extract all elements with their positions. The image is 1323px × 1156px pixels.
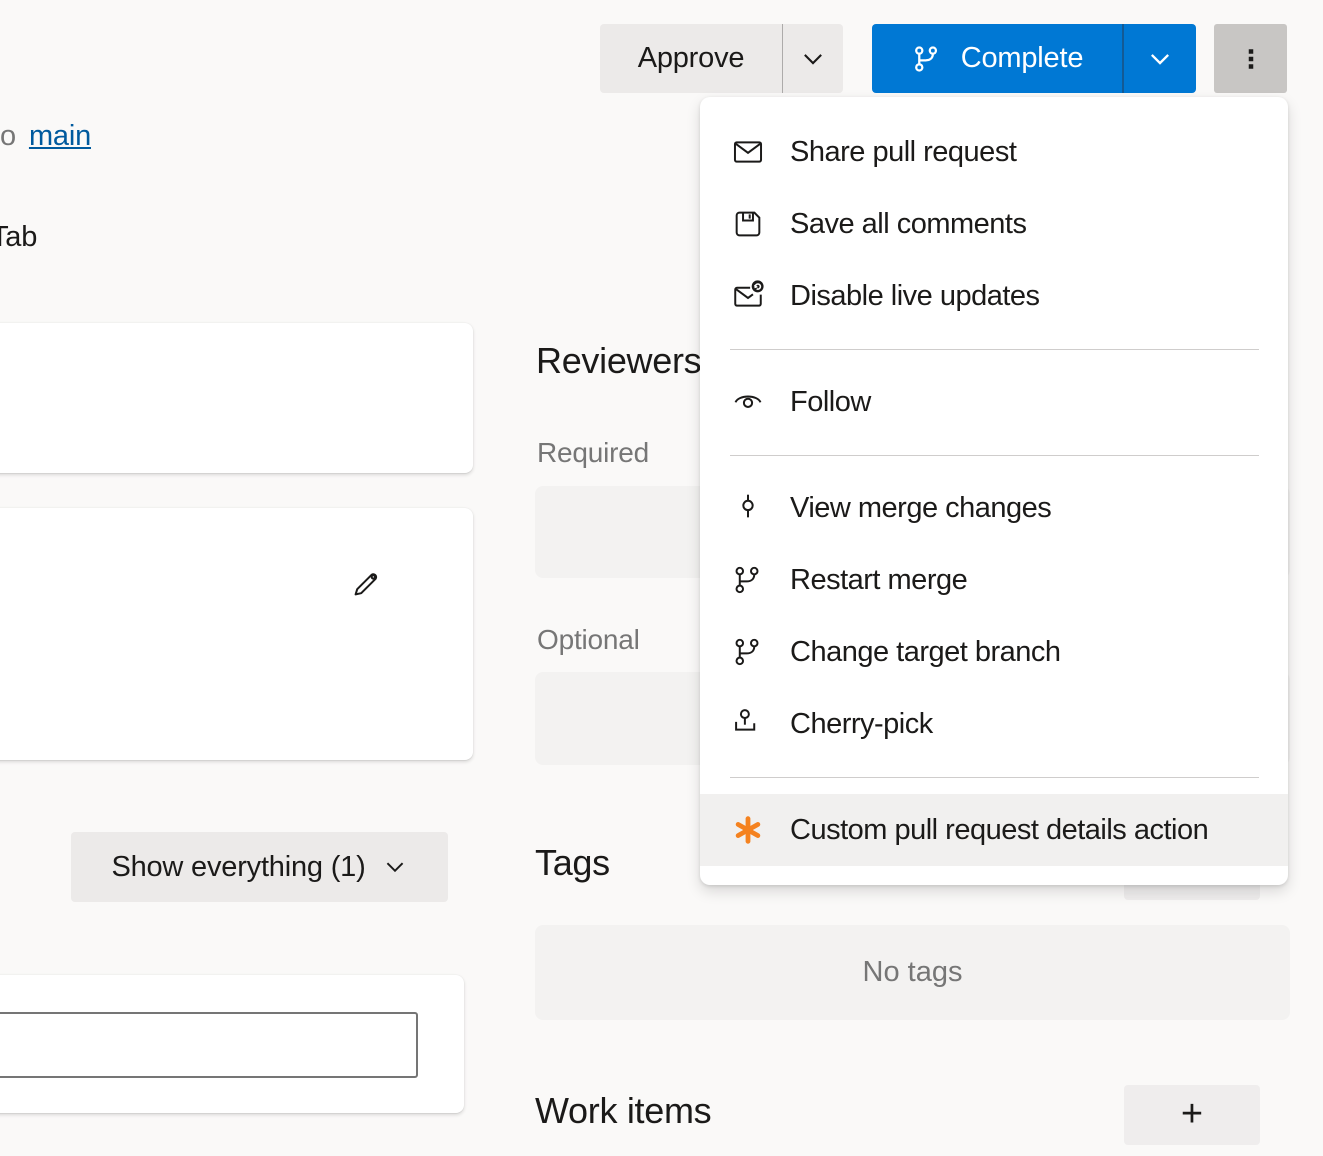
complete-button-label: Complete: [961, 42, 1084, 75]
menu-item-label: Follow: [790, 386, 871, 419]
menu-item-cherry-pick[interactable]: Cherry-pick: [700, 688, 1288, 760]
target-branch-link[interactable]: main: [29, 120, 91, 152]
overview-card: [0, 323, 473, 473]
mail-icon: [731, 135, 765, 169]
menu-item-view-merge-changes[interactable]: View merge changes: [700, 472, 1288, 544]
pull-request-details-page: { "breadcrumb": { "source_tail": "o", "t…: [0, 0, 1323, 1156]
menu-item-share-pull-request[interactable]: Share pull request: [700, 116, 1288, 188]
menu-item-label: Change target branch: [790, 636, 1061, 669]
pencil-icon: [350, 568, 382, 600]
menu-item-disable-live-updates[interactable]: Disable live updates: [700, 260, 1288, 332]
chevron-down-icon: [799, 45, 827, 73]
save-icon: [731, 207, 765, 241]
reviewers-title: Reviewers: [536, 340, 701, 382]
add-work-item-button[interactable]: +: [1124, 1085, 1260, 1145]
breadcrumb: omain: [0, 120, 91, 153]
menu-divider: [730, 455, 1259, 456]
chevron-down-icon: [382, 854, 408, 880]
menu-item-label: Restart merge: [790, 564, 967, 597]
approve-button[interactable]: Approve: [600, 24, 782, 93]
approve-dropdown-button[interactable]: [783, 24, 843, 93]
extension-icon: [731, 813, 765, 847]
menu-item-custom-pull-request-details-action[interactable]: Custom pull request details action: [700, 794, 1288, 866]
menu-item-label: Cherry-pick: [790, 708, 933, 741]
work-items-title: Work items: [535, 1090, 711, 1132]
commit-icon: [731, 491, 765, 525]
branch-icon: [731, 563, 765, 597]
comment-input[interactable]: [0, 1012, 418, 1078]
reviewers-optional-label: Optional: [537, 624, 640, 656]
tab-label: Tab: [0, 221, 37, 254]
approve-split-button: Approve: [600, 24, 843, 93]
chevron-down-icon: [1146, 45, 1174, 73]
cherry-pick-icon: [731, 707, 765, 741]
no-tags-text: No tags: [863, 956, 963, 989]
show-everything-filter[interactable]: Show everything (1): [71, 832, 448, 902]
plus-icon: +: [1181, 1095, 1203, 1133]
menu-item-save-all-comments[interactable]: Save all comments: [700, 188, 1288, 260]
reviewers-required-label: Required: [537, 437, 649, 469]
menu-divider: [730, 777, 1259, 778]
menu-divider: [730, 349, 1259, 350]
description-card: [0, 508, 473, 760]
branch-icon: [731, 635, 765, 669]
complete-dropdown-button[interactable]: [1124, 24, 1196, 93]
menu-item-change-target-branch[interactable]: Change target branch: [700, 616, 1288, 688]
menu-item-restart-merge[interactable]: Restart merge: [700, 544, 1288, 616]
eye-icon: [731, 385, 765, 419]
branch-icon: [911, 43, 943, 75]
menu-item-label: View merge changes: [790, 492, 1051, 525]
menu-item-label: Save all comments: [790, 208, 1027, 241]
menu-item-label: Share pull request: [790, 136, 1016, 169]
breadcrumb-source-tail: o: [0, 120, 16, 152]
edit-description-button[interactable]: [343, 561, 389, 607]
menu-item-label: Custom pull request details action: [790, 814, 1208, 847]
mail-sync-icon: [731, 279, 765, 313]
menu-item-label: Disable live updates: [790, 280, 1040, 313]
complete-split-button: Complete: [872, 24, 1196, 93]
ellipsis-vertical-icon: [1236, 44, 1266, 74]
show-everything-label: Show everything (1): [111, 851, 365, 884]
more-actions-button[interactable]: [1214, 24, 1287, 93]
more-actions-menu: Share pull request Save all comments Dis…: [700, 97, 1288, 885]
complete-button[interactable]: Complete: [872, 24, 1122, 93]
no-tags-box: No tags: [535, 925, 1290, 1020]
menu-item-follow[interactable]: Follow: [700, 366, 1288, 438]
tags-title: Tags: [535, 842, 610, 884]
